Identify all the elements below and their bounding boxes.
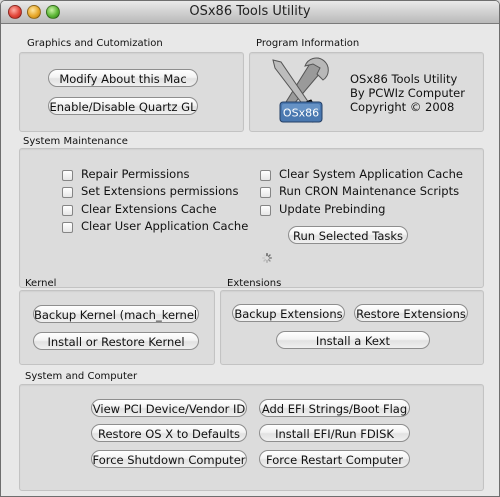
kernel-group xyxy=(19,290,215,365)
install-kext-button[interactable]: Install a Kext xyxy=(276,331,430,349)
app-name-text: OSx86 Tools Utility xyxy=(350,72,458,86)
modify-about-mac-button[interactable]: Modify About this Mac xyxy=(48,69,198,87)
window-content: Graphics and Cutomization Modify About t… xyxy=(1,24,499,496)
restore-osx-defaults-button[interactable]: Restore OS X to Defaults xyxy=(91,424,247,442)
restore-extensions-button[interactable]: Restore Extensions xyxy=(354,304,468,322)
extensions-group xyxy=(220,290,484,365)
force-restart-button[interactable]: Force Restart Computer xyxy=(259,450,410,468)
repair-permissions-label: Repair Permissions xyxy=(81,167,190,181)
update-prebinding-checkbox[interactable] xyxy=(260,205,271,216)
set-extensions-permissions-label: Set Extensions permissions xyxy=(81,184,239,198)
clear-system-app-cache-label: Clear System Application Cache xyxy=(279,167,463,181)
kernel-group-label: Kernel xyxy=(25,278,57,289)
set-extensions-permissions-checkbox[interactable] xyxy=(62,187,73,198)
graphics-group xyxy=(19,52,244,132)
force-shutdown-button[interactable]: Force Shutdown Computer xyxy=(91,450,247,468)
update-prebinding-label: Update Prebinding xyxy=(279,202,386,216)
title-bar[interactable]: OSx86 Tools Utility xyxy=(1,1,499,24)
copyright-text: Copyright © 2008 xyxy=(350,100,455,114)
progress-spinner-icon xyxy=(262,253,272,263)
run-cron-scripts-checkbox[interactable] xyxy=(260,187,271,198)
view-pci-device-button[interactable]: View PCI Device/Vendor ID xyxy=(91,399,247,417)
run-selected-tasks-button[interactable]: Run Selected Tasks xyxy=(288,226,408,244)
author-text: By PCWIz Computer xyxy=(350,86,465,100)
app-window: OSx86 Tools Utility Graphics and Cutomiz… xyxy=(0,0,500,497)
clear-user-app-cache-checkbox[interactable] xyxy=(62,222,73,233)
add-efi-strings-button[interactable]: Add EFI Strings/Boot Flag xyxy=(259,399,410,417)
program-info-label: Program Information xyxy=(256,38,360,49)
system-group-label: System and Computer xyxy=(25,371,138,382)
window-title: OSx86 Tools Utility xyxy=(189,4,311,19)
logo-text: OSx86 xyxy=(283,107,319,120)
osx86-tools-logo-icon: OSx86 xyxy=(272,57,329,123)
repair-permissions-checkbox[interactable] xyxy=(62,170,73,181)
clear-user-app-cache-label: Clear User Application Cache xyxy=(81,219,249,233)
graphics-group-label: Graphics and Cutomization xyxy=(27,38,163,49)
extensions-group-label: Extensions xyxy=(227,278,282,289)
run-cron-scripts-label: Run CRON Maintenance Scripts xyxy=(279,184,460,198)
clear-system-app-cache-checkbox[interactable] xyxy=(260,170,271,181)
system-group xyxy=(19,384,484,491)
clear-extensions-cache-checkbox[interactable] xyxy=(62,205,73,216)
install-efi-fdisk-button[interactable]: Install EFI/Run FDISK xyxy=(259,424,410,442)
maintenance-group-label: System Maintenance xyxy=(23,136,128,147)
backup-kernel-button[interactable]: Backup Kernel (mach_kernel) xyxy=(33,305,199,323)
clear-extensions-cache-label: Clear Extensions Cache xyxy=(81,202,217,216)
install-restore-kernel-button[interactable]: Install or Restore Kernel xyxy=(33,332,199,350)
toggle-quartz-gl-button[interactable]: Enable/Disable Quartz GL xyxy=(48,97,198,115)
backup-extensions-button[interactable]: Backup Extensions xyxy=(232,304,345,322)
